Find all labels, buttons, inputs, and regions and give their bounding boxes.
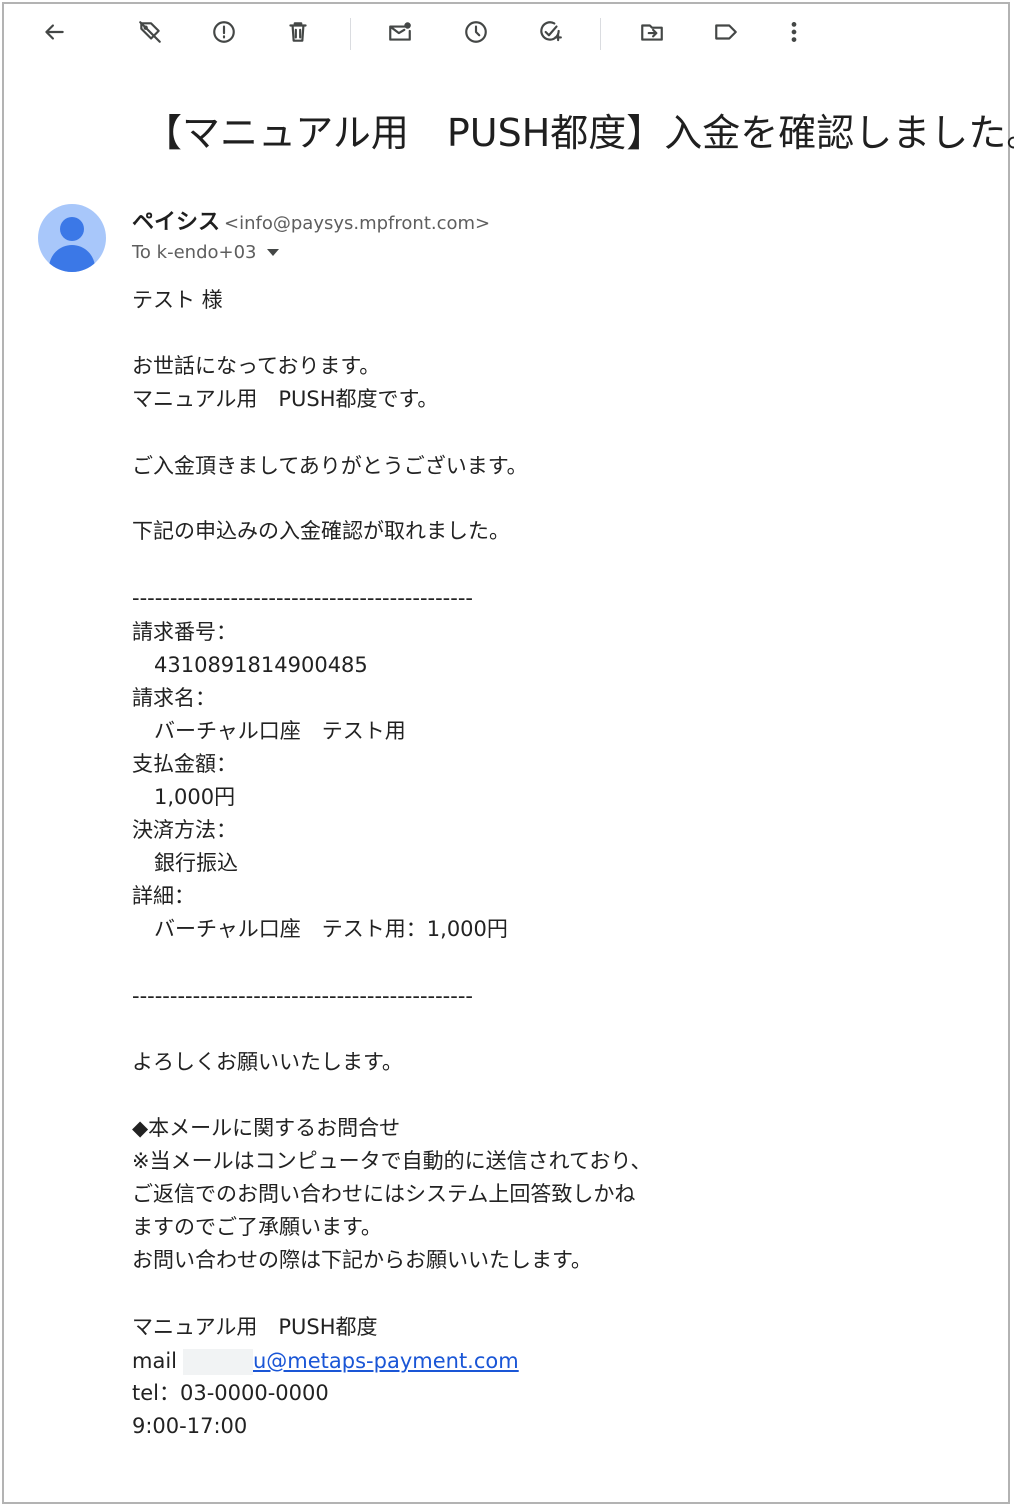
divider-line: ----------------------------------------… xyxy=(132,586,473,610)
body-line: ご入金頂きましてありがとうございます。 xyxy=(132,454,528,478)
toolbar xyxy=(4,4,1008,64)
sender-name[interactable]: ペイシス xyxy=(132,210,220,235)
redacted-block xyxy=(183,1349,253,1375)
sender-email: <info@paysys.mpfront.com> xyxy=(224,213,491,234)
recipient-text: To k-endo+03 xyxy=(132,242,257,263)
detail: バーチャル口座 テスト用：1,000円 xyxy=(154,917,508,941)
signature-name: マニュアル用 PUSH都度 xyxy=(132,1315,378,1339)
amount-label: 支払金額： xyxy=(132,752,237,776)
invoice-no-label: 請求番号： xyxy=(132,620,237,644)
snooze-icon[interactable] xyxy=(456,12,496,52)
sender: ペイシス <info@paysys.mpfront.com> xyxy=(132,204,490,236)
delete-icon[interactable] xyxy=(278,12,318,52)
divider-line: ----------------------------------------… xyxy=(132,984,473,1008)
mark-unread-icon[interactable] xyxy=(380,12,420,52)
avatar-body xyxy=(49,245,95,272)
toolbar-divider xyxy=(600,18,601,50)
signature-hours: 9:00-17:00 xyxy=(132,1414,248,1438)
more-vert-icon[interactable] xyxy=(774,12,814,52)
email-window: 【マニュアル用 PUSH都度】入金を確認しました。 ペイシス <info@pays… xyxy=(2,2,1014,1504)
inquiry-line: お問い合わせの際は下記からお願いいたします。 xyxy=(132,1248,592,1272)
inquiry-title: ◆本メールに関するお問合せ xyxy=(132,1116,401,1140)
label-icon[interactable] xyxy=(706,12,746,52)
invoice-no: 4310891814900485 xyxy=(154,653,368,677)
report-spam-icon[interactable] xyxy=(204,12,244,52)
invoice-name-label: 請求名： xyxy=(132,686,216,710)
body-greeting: テスト 様 xyxy=(132,288,223,312)
avatar-head xyxy=(60,217,84,241)
signature-tel: tel：03-0000-0000 xyxy=(132,1381,329,1405)
avatar[interactable] xyxy=(38,204,106,272)
closing-line: よろしくお願いいたします。 xyxy=(132,1050,403,1074)
toolbar-divider xyxy=(350,18,351,50)
move-to-icon[interactable] xyxy=(632,12,672,52)
inquiry-line: ※当メールはコンピュータで自動的に送信されており、 xyxy=(132,1149,652,1173)
recipient: To k-endo+03 xyxy=(132,242,279,263)
method-label: 決済方法： xyxy=(132,818,237,842)
method: 銀行振込 xyxy=(154,851,238,875)
chevron-down-icon[interactable] xyxy=(266,249,279,256)
body-line: お世話になっております。 xyxy=(132,354,381,378)
detail-label: 詳細： xyxy=(132,884,195,908)
body-line: 下記の申込みの入金確認が取れました。 xyxy=(132,519,510,543)
mail-link[interactable]: u@metaps-payment.com xyxy=(253,1349,519,1373)
email-subject: 【マニュアル用 PUSH都度】入金を確認しました。 xyxy=(144,111,1014,155)
mail-label: mail xyxy=(132,1349,177,1373)
add-task-icon[interactable] xyxy=(530,12,570,52)
body-line: マニュアル用 PUSH都度です。 xyxy=(132,387,439,411)
tag-off-icon[interactable] xyxy=(130,12,170,52)
back-arrow-icon[interactable] xyxy=(34,12,74,52)
inquiry-line: ご返信でのお問い合わせにはシステム上回答致しかね xyxy=(132,1182,636,1206)
inquiry-line: ますのでご了承願います。 xyxy=(132,1215,382,1239)
signature-mail: mail u@metaps-payment.com xyxy=(132,1347,519,1375)
amount: 1,000円 xyxy=(154,785,236,809)
invoice-name: バーチャル口座 テスト用 xyxy=(154,719,406,743)
